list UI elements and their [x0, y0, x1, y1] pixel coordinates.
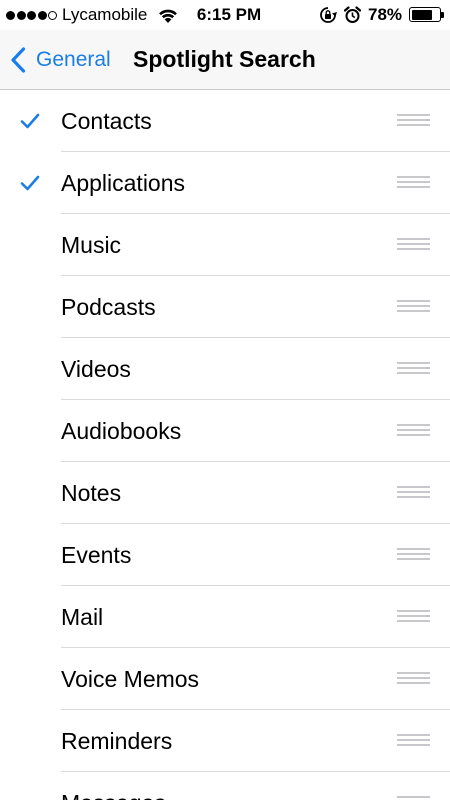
reorder-handle-line	[397, 677, 430, 679]
reorder-handle-icon[interactable]	[397, 610, 430, 624]
list-item-label: Reminders	[61, 728, 173, 754]
battery-icon	[409, 7, 441, 22]
reorder-handle-line	[397, 548, 430, 550]
list-item-label: Podcasts	[61, 294, 156, 320]
reorder-handle-line	[397, 486, 430, 488]
back-button[interactable]: General	[10, 30, 111, 89]
reorder-handle-line	[397, 367, 430, 369]
reorder-handle-icon[interactable]	[397, 114, 430, 128]
reorder-handle-line	[397, 181, 430, 183]
navigation-bar: General Spotlight Search	[0, 30, 450, 90]
reorder-handle-icon[interactable]	[397, 424, 430, 438]
reorder-handle-line	[397, 248, 430, 250]
reorder-handle-line	[397, 672, 430, 674]
reorder-handle-line	[397, 744, 430, 746]
reorder-handle-line	[397, 243, 430, 245]
reorder-handle-line	[397, 615, 430, 617]
reorder-handle-icon[interactable]	[397, 734, 430, 748]
reorder-handle-icon[interactable]	[397, 796, 430, 800]
chevron-left-icon	[11, 46, 26, 73]
reorder-handle-line	[397, 119, 430, 121]
list-item[interactable]: Podcasts	[0, 276, 450, 338]
reorder-handle-line	[397, 734, 430, 736]
reorder-handle-icon[interactable]	[397, 548, 430, 562]
list-item[interactable]: Contacts	[0, 90, 450, 152]
list-item[interactable]: Messages	[0, 772, 450, 800]
list-item-label: Events	[61, 542, 132, 568]
status-bar: Lycamobile 6:15 PM 78%	[0, 0, 450, 30]
list-item-label: Applications	[61, 170, 186, 196]
list-item-label: Messages	[61, 772, 166, 800]
back-label: General	[36, 47, 111, 71]
reorder-handle-line	[397, 558, 430, 560]
reorder-handle-line	[397, 429, 430, 431]
list-item[interactable]: Audiobooks	[0, 400, 450, 462]
reorder-handle-icon[interactable]	[397, 486, 430, 500]
reorder-handle-line	[397, 124, 430, 126]
reorder-handle-line	[397, 238, 430, 240]
reorder-handle-icon[interactable]	[397, 238, 430, 252]
search-results-list: Contacts Applications Music Podcasts Videos A…	[0, 90, 450, 800]
list-item[interactable]: Voice Memos	[0, 648, 450, 710]
alarm-icon	[344, 6, 361, 23]
reorder-handle-line	[397, 300, 430, 302]
reorder-handle-line	[397, 424, 430, 426]
reorder-handle-line	[397, 372, 430, 374]
list-item[interactable]: Notes	[0, 462, 450, 524]
reorder-handle-icon[interactable]	[397, 300, 430, 314]
reorder-handle-icon[interactable]	[397, 672, 430, 686]
reorder-handle-line	[397, 739, 430, 741]
list-item-label: Audiobooks	[61, 418, 182, 444]
list-item[interactable]: Applications	[0, 152, 450, 214]
reorder-handle-line	[397, 610, 430, 612]
reorder-handle-icon[interactable]	[397, 362, 430, 376]
checkmark-icon	[20, 175, 40, 191]
battery-fill	[411, 9, 432, 20]
list-item[interactable]: Reminders	[0, 710, 450, 772]
reorder-handle-line	[397, 176, 430, 178]
reorder-handle-line	[397, 491, 430, 493]
reorder-handle-line	[397, 620, 430, 622]
reorder-handle-line	[397, 305, 430, 307]
reorder-handle-line	[397, 553, 430, 555]
page-title: Spotlight Search	[133, 46, 316, 72]
list-item-label: Music	[61, 232, 122, 258]
battery-percent: 78%	[368, 5, 403, 24]
reorder-handle-line	[397, 114, 430, 116]
reorder-handle-line	[397, 434, 430, 436]
reorder-handle-line	[397, 362, 430, 364]
list-item-label: Videos	[61, 356, 131, 382]
list-item-label: Contacts	[61, 108, 152, 134]
screen: Lycamobile 6:15 PM 78% General Spotlight…	[0, 0, 450, 800]
checkmark-icon	[20, 113, 40, 129]
list-item-label: Voice Memos	[61, 666, 200, 692]
reorder-handle-line	[397, 682, 430, 684]
list-item[interactable]: Mail	[0, 586, 450, 648]
reorder-handle-line	[397, 186, 430, 188]
reorder-handle-line	[397, 796, 430, 798]
rotation-lock-icon	[320, 7, 337, 23]
list-item[interactable]: Music	[0, 214, 450, 276]
reorder-handle-line	[397, 496, 430, 498]
reorder-handle-line	[397, 310, 430, 312]
reorder-handle-icon[interactable]	[397, 176, 430, 190]
list-item[interactable]: Videos	[0, 338, 450, 400]
list-item-label: Notes	[61, 480, 122, 506]
list-item-label: Mail	[61, 604, 104, 630]
list-item[interactable]: Events	[0, 524, 450, 586]
battery-tip	[441, 12, 444, 18]
